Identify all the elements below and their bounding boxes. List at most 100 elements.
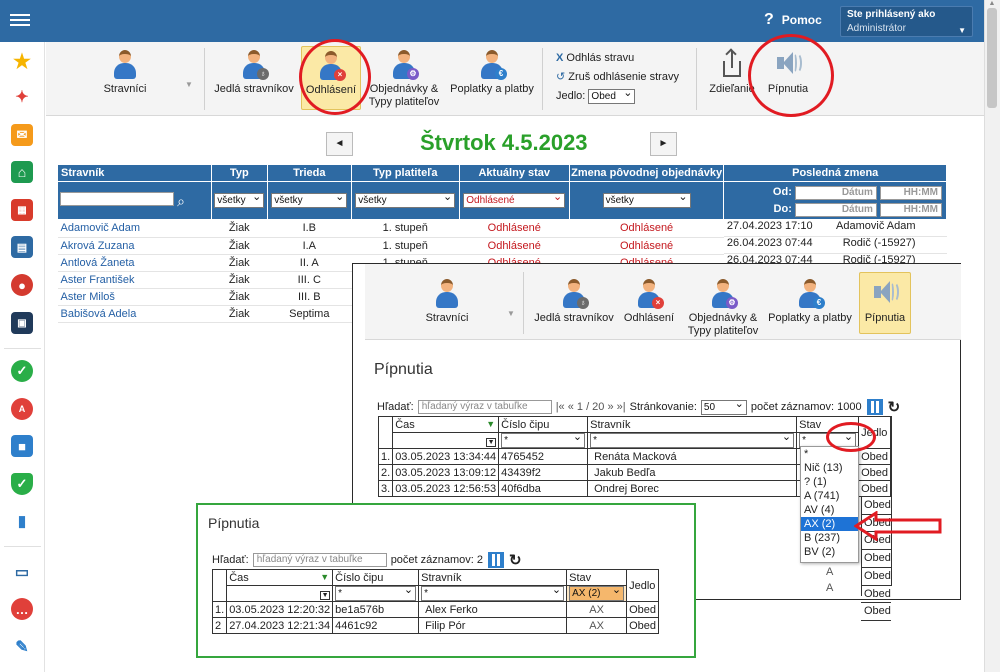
annotation-ring-odhlaseni (299, 39, 371, 115)
panel-ribbon-stravnici[interactable]: Stravníci (415, 278, 479, 325)
jedlo-cell: Obed (861, 586, 891, 604)
do-date-input[interactable]: Dátum (794, 202, 877, 217)
prev-day-button[interactable]: ◄ (326, 132, 353, 156)
do-time-input[interactable]: HH:MM (880, 202, 942, 217)
panel-ribbon-odhlaseni[interactable]: × Odhlásení (619, 278, 679, 325)
green-stravnik-filter-select[interactable]: * (421, 584, 565, 601)
panel-search-input[interactable]: hľadaný výraz v tabuľke (417, 400, 552, 414)
briefcase-icon[interactable]: ■ (11, 435, 33, 457)
columns-icon[interactable] (487, 551, 505, 569)
aktualny-stav-filter-select[interactable]: Odhlásené (463, 191, 566, 208)
column-header[interactable]: Zmena pôvodnej objednávky (568, 164, 725, 182)
star-icon[interactable]: ★ (11, 50, 33, 73)
column-header[interactable]: Typ (210, 164, 268, 182)
zrus-odhlasenie-button[interactable]: ↺ Zruš odhlásenie stravy (556, 68, 679, 87)
column-header[interactable]: Posledná zmena (723, 164, 947, 182)
table-row[interactable]: Akrová Zuzana Žiak I.A 1. stupeň Odhlásené Od… (57, 237, 947, 255)
dropdown-option[interactable]: BV (2) (801, 545, 858, 559)
shield-check-icon[interactable]: ✓ (11, 473, 33, 495)
check-circle-icon[interactable]: ✓ (11, 360, 33, 382)
panel-ribbon-objednavky[interactable]: ⚙ Objednávky & Typy platiteľov (683, 278, 763, 338)
filter-icon[interactable]: ▼ (320, 590, 331, 600)
caret-down-icon[interactable]: ▼ (507, 309, 515, 318)
typ-filter-select[interactable]: všetky (214, 191, 265, 208)
trieda-filter-select[interactable]: všetky (271, 191, 348, 208)
hamburger-menu-icon[interactable] (10, 11, 30, 31)
search-icon[interactable]: ⌕ (177, 193, 185, 209)
panel-ribbon-pipnutia[interactable]: Pípnutia (859, 272, 911, 334)
column-header[interactable]: Stravník (587, 416, 798, 433)
panel-ribbon-poplatky[interactable]: € Poplatky a platby (767, 278, 853, 325)
cip-filter-select[interactable]: * (501, 431, 586, 448)
table-row[interactable]: 1. 03.05.2023 12:20:32 be1a576b Alex Ferko A… (211, 601, 660, 618)
home-icon[interactable]: ⌂ (11, 161, 33, 183)
dropdown-option[interactable]: B (237) (801, 531, 858, 545)
column-header[interactable]: Čas ▼ (226, 569, 334, 586)
column-header[interactable]: Aktuálny stav (458, 164, 570, 182)
sort-desc-icon[interactable]: ▼ (320, 572, 329, 582)
notebook-icon[interactable]: ▤ (11, 236, 33, 258)
filter-icon[interactable]: ▼ (486, 437, 497, 447)
next-day-button[interactable]: ► (650, 132, 677, 156)
green-search-input[interactable]: hľadaný výraz v tabuľke (252, 553, 387, 567)
magic-wand-icon[interactable]: ✦ (11, 86, 33, 108)
sort-desc-icon[interactable]: ▼ (486, 419, 495, 429)
alarm-icon[interactable]: A (11, 398, 33, 420)
column-header[interactable]: Stravník (418, 569, 568, 586)
ribbon-jedla[interactable]: ♁ Jedlá stravníkov (214, 49, 294, 96)
column-header[interactable]: Jedlo (626, 569, 660, 602)
calendar-icon[interactable]: ▣ (11, 312, 33, 334)
column-header[interactable]: Typ platiteľa (350, 164, 460, 182)
table-cell: 3. (377, 480, 394, 497)
dropdown-option[interactable]: AV (4) (801, 503, 858, 517)
od-time-input[interactable]: HH:MM (880, 185, 942, 200)
odhlas-stravu-button[interactable]: X Odhlás stravu (556, 49, 679, 68)
stav-cell: A (826, 582, 834, 594)
stravnik-filter-select[interactable]: * (590, 431, 795, 448)
table-cell: Odhlásené (459, 237, 570, 255)
jedlo-select[interactable]: Obed (588, 87, 636, 104)
table-cell: Aster Miloš (57, 288, 212, 306)
green-cip-filter-select[interactable]: * (335, 584, 417, 601)
column-header[interactable]: Stravník (57, 164, 212, 182)
paging-select[interactable]: 50 (700, 398, 747, 415)
zmena-filter-select[interactable]: všetky (602, 191, 691, 208)
ribbon-poplatky[interactable]: € Poplatky a platby (448, 49, 536, 96)
dropdown-option[interactable]: ? (1) (801, 475, 858, 489)
table-row[interactable]: 2 27.04.2023 12:21:34 4461c92 Filip Pór AX Ob… (211, 617, 660, 634)
refresh-icon[interactable]: ↻ (888, 398, 901, 416)
scrollbar-thumb[interactable] (987, 8, 997, 108)
ribbon-objednavky[interactable]: ⚙ Objednávky & Typy platiteľov (366, 49, 442, 109)
caret-down-icon[interactable]: ▼ (185, 80, 193, 89)
chat-icon[interactable]: … (11, 598, 33, 620)
column-header[interactable]: Čas ▼ (392, 416, 500, 433)
column-header[interactable]: Trieda (266, 164, 352, 182)
columns-icon[interactable] (866, 398, 884, 416)
scroll-up-icon[interactable]: ▲ (984, 0, 1000, 8)
dropdown-option[interactable]: Nič (13) (801, 461, 858, 475)
table-cell: II. A (267, 254, 352, 272)
refresh-icon[interactable]: ↻ (509, 551, 522, 569)
table-cell: Žiak (211, 219, 268, 238)
dropdown-option[interactable]: AX (2) (801, 517, 858, 531)
green-stav-filter-select[interactable]: AX (2) (569, 584, 625, 601)
dropdown-option[interactable]: A (741) (801, 489, 858, 503)
ribbon-stravnici[interactable]: Stravníci (90, 49, 160, 96)
stravnik-search-input[interactable] (60, 191, 174, 206)
panel-ribbon-jedla[interactable]: ♁ Jedlá stravníkov (533, 278, 615, 325)
user-circle-icon[interactable]: ● (11, 274, 33, 296)
user-dropdown[interactable]: Ste prihlásený ako Administrátor ▼ (840, 6, 973, 37)
book-icon[interactable]: ▭ (11, 561, 33, 583)
mail-icon[interactable]: ✉ (11, 124, 33, 146)
stav-dropdown-list[interactable]: * Nič (13)? (1) A (741) AV (4) AX (2) B (237)… (800, 446, 859, 563)
pen-icon[interactable]: ✎ (11, 636, 33, 658)
od-date-input[interactable]: Dátum (794, 185, 877, 200)
table-cell: Žiak (211, 254, 268, 272)
stav-cell: A (826, 566, 834, 578)
pager[interactable]: |« « 1 / 20 » »| (556, 401, 626, 413)
bar-chart-icon[interactable]: ▮ (11, 510, 33, 532)
typ-platitela-filter-select[interactable]: všetky (355, 191, 456, 208)
help-button[interactable]: ? Pomoc (764, 11, 822, 29)
table-row[interactable]: Adamovič Adam Žiak I.B 1. stupeň Odhlásené Od… (57, 219, 947, 238)
calendar-grid-icon[interactable]: ▦ (11, 199, 33, 221)
